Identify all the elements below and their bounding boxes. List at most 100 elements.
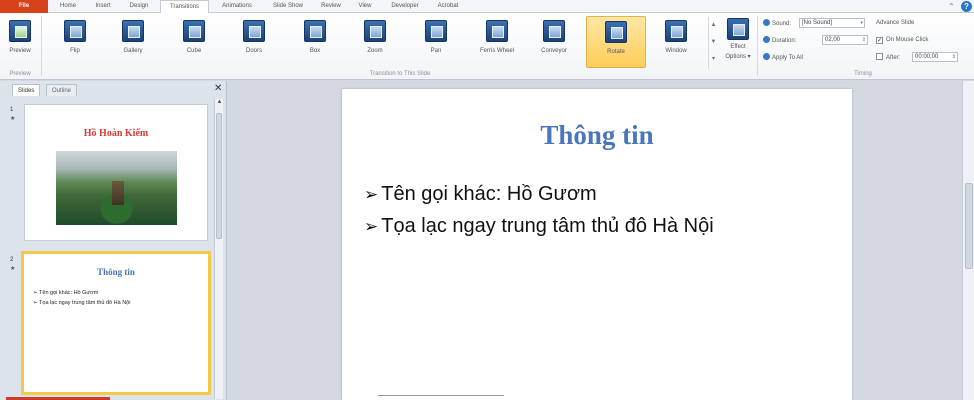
transition-ferris-wheel[interactable]: Ferris Wheel	[470, 16, 524, 68]
slide-bullet[interactable]: ➢ Tên gọi khác: Hồ Gươm	[364, 183, 597, 206]
transition-label: Pan	[430, 48, 442, 54]
gallery-down-icon[interactable]: ▼	[709, 34, 718, 51]
checkbox-unchecked-icon	[876, 53, 883, 60]
tab-developer[interactable]: Developer	[384, 0, 426, 13]
sound-row: Sound:	[763, 19, 791, 29]
apply-all-icon	[763, 53, 770, 60]
after-value: 00:00,00	[915, 54, 939, 60]
tab-outline[interactable]: Outline	[46, 84, 78, 96]
help-icon[interactable]: ?	[961, 1, 972, 12]
after-checkbox[interactable]: After:	[876, 53, 900, 63]
transition-zoom[interactable]: Zoom	[355, 16, 395, 68]
box-icon	[304, 20, 326, 42]
transition-doors[interactable]: Doors	[234, 16, 274, 68]
slide-editor: Thông tin ➢ Tên gọi khác: Hồ Gươm ➢ Tọa lạ…	[228, 81, 962, 400]
transition-label: Conveyor	[541, 48, 567, 54]
slide-thumbnail-2[interactable]: Thông tin ➢ Tên gọi khác: Hồ Gươm ➢ Tọa …	[21, 251, 211, 395]
duration-input[interactable]: 02,00 ⇕	[822, 35, 868, 45]
after-label: After:	[886, 55, 901, 61]
apply-to-all-button[interactable]: Apply To All	[763, 53, 803, 63]
on-mouse-click-checkbox[interactable]: ✓ On Mouse Click	[876, 36, 928, 45]
transition-label: Box	[309, 48, 321, 54]
tab-acrobat[interactable]: Acrobat	[431, 0, 465, 13]
transition-label: Cube	[186, 48, 202, 54]
slide-number: 2	[10, 257, 14, 263]
transition-star-icon: ★	[10, 266, 16, 272]
transition-conveyor[interactable]: Conveyor	[531, 16, 577, 68]
group-label-transition: Transition to This Slide	[369, 71, 431, 77]
notes-divider	[378, 395, 504, 396]
thumbnail-title: Thông tin	[97, 267, 135, 277]
tab-view[interactable]: View	[352, 0, 378, 13]
tab-slide-show[interactable]: Slide Show	[266, 0, 310, 13]
transition-label: Window	[665, 48, 687, 54]
tab-file[interactable]: File	[0, 0, 48, 13]
scroll-thumb[interactable]	[216, 113, 222, 239]
slide-bullet[interactable]: ➢ Tọa lạc ngay trung tâm thủ đô Hà Nội	[364, 215, 714, 238]
thumbnail-bullet: ➢ Tọa lạc ngay trung tâm thủ đô Hà Nội	[33, 300, 131, 306]
transition-flip[interactable]: Flip	[55, 16, 95, 68]
scroll-up-icon[interactable]: ▲	[215, 99, 224, 105]
tab-insert[interactable]: Insert	[88, 0, 118, 13]
sound-dropdown[interactable]: [No Sound] ▾	[799, 18, 865, 28]
flip-icon	[64, 20, 86, 42]
transition-label: Doors	[245, 48, 262, 54]
slide-title[interactable]: Thông tin	[342, 120, 852, 151]
preview-button[interactable]: Preview	[3, 16, 37, 68]
arrow-bullet-icon: ➢	[364, 185, 379, 204]
group-separator	[41, 16, 42, 76]
close-pane-icon[interactable]: ✕	[214, 83, 222, 94]
tab-home[interactable]: Home	[54, 0, 82, 13]
tab-design[interactable]: Design	[123, 0, 155, 13]
transition-pan[interactable]: Pan	[416, 16, 456, 68]
slides-pane: Slides Outline ✕ 1 ★ Hồ Hoàn Kiếm 2 ★ Th…	[0, 81, 227, 400]
tab-review[interactable]: Review	[315, 0, 347, 13]
gallery-more-icon[interactable]: ▾	[709, 51, 718, 68]
apply-all-label: Apply To All	[772, 55, 803, 61]
duration-label: Duration:	[772, 38, 797, 44]
duration-value: 02,00	[825, 37, 841, 43]
spinner-icon: ⇕	[951, 54, 956, 60]
chevron-down-icon: ▾	[860, 20, 863, 26]
minimize-ribbon-icon[interactable]: ⌃	[948, 1, 955, 12]
after-input[interactable]: 00:00,00 ⇕	[912, 52, 958, 62]
sound-label: Sound:	[772, 21, 792, 27]
doors-icon	[243, 20, 265, 42]
ribbon-tab-bar: File Home Insert Design Transitions Anim…	[0, 0, 974, 14]
scroll-thumb[interactable]	[965, 183, 973, 269]
pan-icon	[425, 20, 447, 42]
preview-icon	[9, 20, 31, 42]
lake-photo	[56, 151, 177, 225]
group-separator	[757, 16, 758, 76]
tab-transitions[interactable]: Transitions	[160, 0, 209, 14]
editor-scrollbar[interactable]	[962, 81, 974, 400]
slide-canvas[interactable]: Thông tin ➢ Tên gọi khác: Hồ Gươm ➢ Tọa lạ…	[342, 89, 852, 400]
effect-options-button[interactable]: Effect Options ▾	[721, 16, 755, 68]
transition-label: Rotate	[607, 49, 625, 55]
transition-rotate[interactable]: Rotate	[586, 16, 646, 68]
ferris-wheel-icon	[486, 20, 508, 42]
transition-cube[interactable]: Cube	[174, 16, 214, 68]
effect-options-label-2: Options ▾	[725, 54, 751, 60]
sound-value: [No Sound]	[802, 20, 833, 26]
tab-slides[interactable]: Slides	[12, 84, 41, 96]
checkbox-checked-icon: ✓	[876, 37, 883, 44]
transition-window[interactable]: Window	[655, 16, 697, 68]
duration-icon	[763, 36, 770, 43]
slides-scrollbar[interactable]: ▲	[214, 99, 223, 399]
gallery-icon	[122, 20, 144, 42]
slide-number: 1	[10, 107, 14, 113]
slide-thumbnail-1[interactable]: Hồ Hoàn Kiếm	[24, 104, 208, 241]
ribbon: Preview Preview Flip Gallery Cube Doors …	[0, 13, 974, 80]
tab-animations[interactable]: Animations	[213, 0, 261, 13]
gallery-up-icon[interactable]: ▲	[709, 17, 718, 34]
sound-icon	[763, 19, 770, 26]
transition-box[interactable]: Box	[295, 16, 335, 68]
transition-star-icon: ★	[10, 116, 16, 122]
spinner-icon: ⇕	[861, 37, 866, 43]
transition-gallery[interactable]: Gallery	[113, 16, 153, 68]
conveyor-icon	[543, 20, 565, 42]
cube-icon	[183, 20, 205, 42]
arrow-bullet-icon: ➢	[364, 217, 379, 236]
turtle-tower-image	[112, 181, 124, 205]
